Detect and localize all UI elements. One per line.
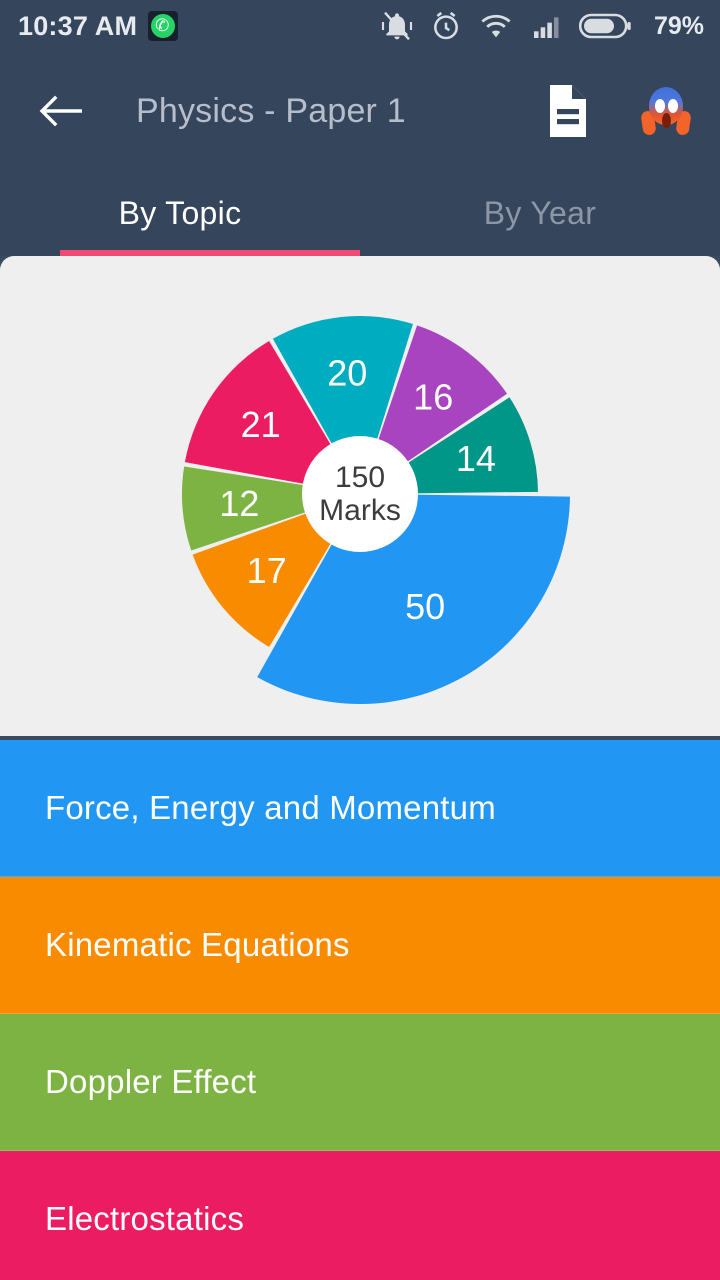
tab-by-topic[interactable]: By Topic	[0, 170, 360, 256]
topic-row-doppler-effect[interactable]: Doppler Effect	[0, 1014, 720, 1151]
cellular-signal-icon	[533, 17, 559, 38]
donut-slice-value: 16	[413, 377, 453, 418]
donut-slice-value: 17	[247, 550, 287, 591]
topic-label: Force, Energy and Momentum	[45, 789, 496, 826]
topic-row-force-energy-and-momentum[interactable]: Force, Energy and Momentum	[0, 740, 720, 877]
battery-percent: 79%	[653, 11, 704, 40]
whatsapp-icon: ✆	[148, 11, 179, 41]
topic-label: Kinematic Equations	[45, 926, 350, 963]
donut-center-label: Marks	[319, 494, 401, 527]
screaming-face-button[interactable]	[638, 83, 694, 139]
tab-bar: By Topic By Year	[0, 170, 720, 256]
status-bar-icons: 79%	[381, 10, 704, 42]
donut-chart[interactable]: 150 Marks 50 17 12 21 20 16 14	[0, 256, 720, 736]
chart-card: 150 Marks 50 17 12 21 20 16 14	[0, 256, 720, 736]
battery-icon	[578, 13, 631, 39]
wifi-icon	[481, 14, 511, 38]
app-bar-actions	[544, 83, 694, 139]
donut-slice-value: 14	[456, 438, 496, 479]
topic-row-kinematic-equations[interactable]: Kinematic Equations	[0, 877, 720, 1014]
donut-slice-value: 20	[327, 353, 367, 394]
back-arrow-icon	[39, 95, 82, 127]
notes-document-button[interactable]	[544, 83, 592, 139]
donut-center-value: 150	[335, 461, 385, 494]
topic-list: Force, Energy and Momentum Kinematic Equ…	[0, 740, 720, 1280]
app-root: 10:37 AM ✆ 79% Physics - Paper 1 By Topi…	[0, 0, 720, 1280]
notes-document-icon	[550, 85, 586, 137]
screaming-face-emoji	[640, 85, 692, 137]
donut-slice-value: 50	[405, 586, 445, 627]
vibrate-off-icon	[381, 11, 413, 41]
back-button[interactable]	[34, 83, 90, 139]
alarm-icon	[434, 11, 458, 40]
tab-by-year[interactable]: By Year	[360, 170, 720, 256]
donut-chart-svg: 150 Marks 50 17 12 21 20 1614	[181, 315, 570, 704]
donut-slice-value: 21	[241, 404, 281, 445]
topic-label: Electrostatics	[45, 1200, 245, 1237]
page-title: Physics - Paper 1	[136, 91, 406, 130]
topic-row-electrostatics[interactable]: Electrostatics	[0, 1151, 720, 1280]
status-bar: 10:37 AM ✆ 79%	[0, 0, 720, 52]
status-bar-clock: 10:37 AM	[18, 10, 138, 41]
app-bar: Physics - Paper 1	[0, 52, 720, 170]
donut-slice-value: 12	[219, 483, 259, 524]
topic-label: Doppler Effect	[45, 1063, 257, 1100]
